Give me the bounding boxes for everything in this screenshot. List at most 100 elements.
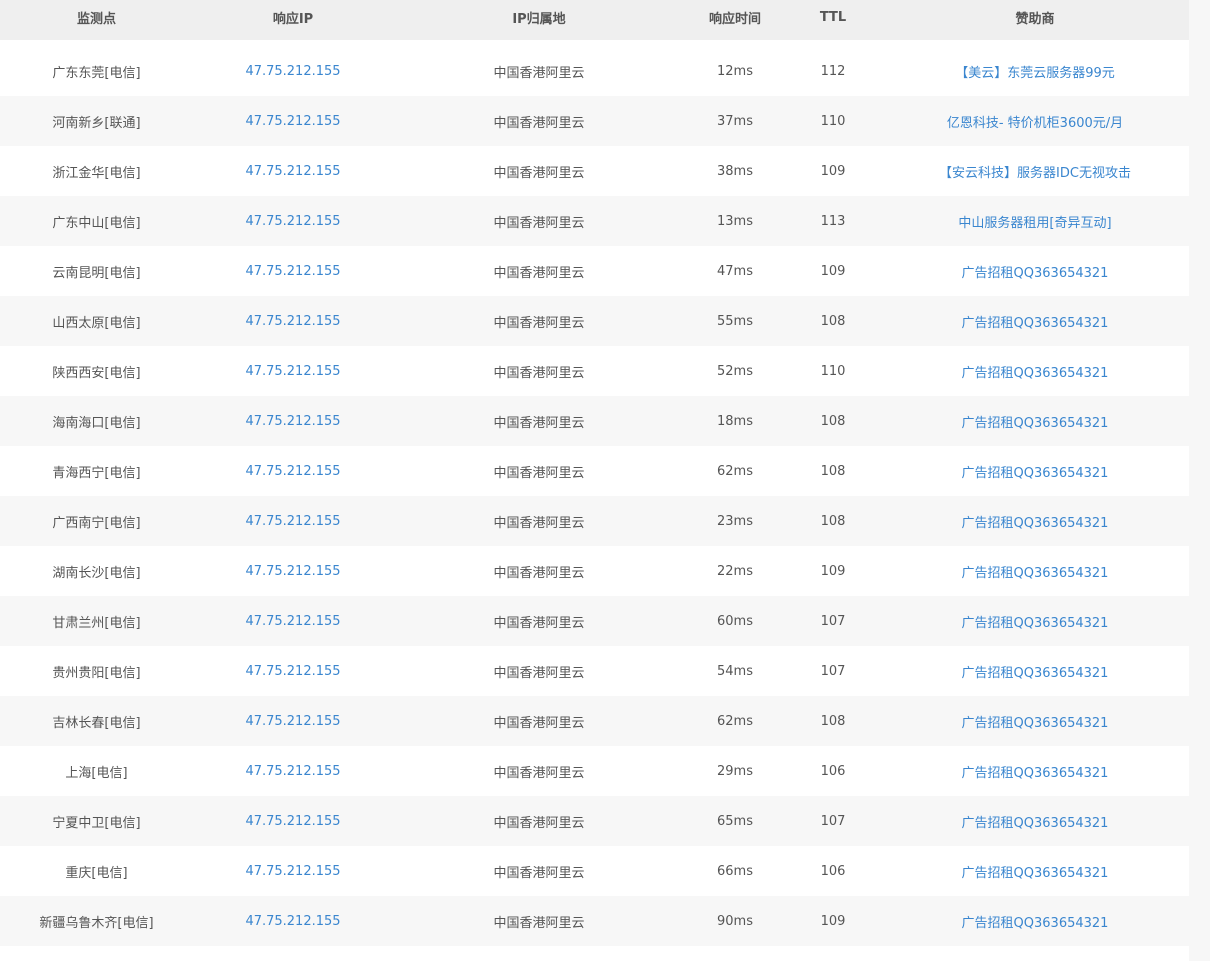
cell-response-ip-link[interactable]: 47.75.212.155 [245, 514, 340, 529]
table-row: 广西南宁[电信] 47.75.212.155 中国香港阿里云 23ms 108 广告招租Q… [0, 496, 1189, 546]
table-row: 浙江金华[电信] 47.75.212.155 中国香港阿里云 38ms 109 【安云科技… [0, 146, 1189, 196]
header-ttl: TTL [819, 9, 847, 25]
cell-sponsor-link[interactable]: 广告招租QQ363654321 [962, 916, 1109, 931]
cell-response-ip-link[interactable]: 47.75.212.155 [245, 764, 340, 779]
cell-response-time: 18ms [717, 413, 753, 429]
header-response-ip: 响应IP [272, 11, 314, 27]
cell-sponsor-link[interactable]: 亿恩科技- 特价机柜3600元/月 [947, 116, 1123, 131]
cell-sponsor: 广告招租QQ363654321 [881, 246, 1189, 296]
cell-ip-location: 中国香港阿里云 [493, 665, 585, 681]
cell-response-ip-link[interactable]: 47.75.212.155 [245, 464, 340, 479]
cell-response-ip: 47.75.212.155 [193, 396, 393, 446]
cell-sponsor-link[interactable]: 广告招租QQ363654321 [962, 816, 1109, 831]
table-row: 上海[电信] 47.75.212.155 中国香港阿里云 29ms 106 广告招租QQ3… [0, 746, 1189, 796]
cell-ip-location: 中国香港阿里云 [493, 115, 585, 131]
cell-ip-location: 中国香港阿里云 [493, 65, 585, 81]
table-header-row: 监测点 响应IP IP归属地 响应时间 TTL 赞助商 [0, 0, 1189, 46]
cell-response-ip-link[interactable]: 47.75.212.155 [245, 864, 340, 879]
cell-sponsor-link[interactable]: 广告招租QQ363654321 [962, 766, 1109, 781]
table-row: 云南昆明[电信] 47.75.212.155 中国香港阿里云 47ms 109 广告招租Q… [0, 246, 1189, 296]
header-response-time: 响应时间 [708, 11, 761, 27]
cell-sponsor-link[interactable]: 广告招租QQ363654321 [962, 466, 1109, 481]
header-ip-location: IP归属地 [512, 11, 566, 27]
header-sponsor: 赞助商 [1015, 11, 1055, 27]
cell-sponsor: 广告招租QQ363654321 [881, 596, 1189, 646]
cell-ttl: 110 [820, 363, 846, 379]
cell-response-ip: 47.75.212.155 [193, 296, 393, 346]
cell-sponsor-link[interactable]: 广告招租QQ363654321 [962, 866, 1109, 881]
cell-ip-location: 中国香港阿里云 [493, 915, 585, 931]
cell-ttl: 113 [820, 213, 846, 229]
table-row: 广东东莞[电信] 47.75.212.155 中国香港阿里云 12ms 112 【美云】东… [0, 46, 1189, 96]
cell-response-ip-link[interactable]: 47.75.212.155 [245, 64, 340, 79]
ping-results-page: 监测点 响应IP IP归属地 响应时间 TTL 赞助商 广东东莞[电信] 47.7… [0, 0, 1210, 961]
cell-ip-location: 中国香港阿里云 [493, 415, 585, 431]
cell-response-ip-link[interactable]: 47.75.212.155 [245, 664, 340, 679]
cell-ip-location: 中国香港阿里云 [493, 515, 585, 531]
cell-monitor-node: 青海西宁[电信] [52, 465, 141, 481]
cell-response-time: 47ms [717, 263, 753, 279]
cell-ttl: 107 [820, 813, 846, 829]
cell-monitor-node: 甘肃兰州[电信] [52, 615, 141, 631]
cell-monitor-node: 重庆[电信] [65, 865, 128, 881]
cell-sponsor-link[interactable]: 广告招租QQ363654321 [962, 666, 1109, 681]
cell-sponsor-link[interactable]: 广告招租QQ363654321 [962, 716, 1109, 731]
cell-ip-location: 中国香港阿里云 [493, 265, 585, 281]
cell-response-ip: 47.75.212.155 [193, 96, 393, 146]
cell-sponsor-link[interactable]: 【美云】东莞云服务器99元 [955, 66, 1115, 81]
cell-response-ip-link[interactable]: 47.75.212.155 [245, 164, 340, 179]
cell-response-ip-link[interactable]: 47.75.212.155 [245, 314, 340, 329]
cell-response-ip-link[interactable]: 47.75.212.155 [245, 264, 340, 279]
cell-response-ip-link[interactable]: 47.75.212.155 [245, 114, 340, 129]
cell-sponsor-link[interactable]: 【安云科技】服务器IDC无视攻击 [939, 166, 1131, 181]
cell-ttl: 107 [820, 613, 846, 629]
cell-response-ip-link[interactable]: 47.75.212.155 [245, 714, 340, 729]
cell-monitor-node: 海南海口[电信] [52, 415, 141, 431]
cell-ttl: 109 [820, 913, 846, 929]
cell-ttl: 109 [820, 263, 846, 279]
cell-monitor-node: 陕西西安[电信] [52, 365, 141, 381]
table-row: 重庆[电信] 47.75.212.155 中国香港阿里云 66ms 106 广告招租QQ3… [0, 846, 1189, 896]
cell-sponsor-link[interactable]: 广告招租QQ363654321 [962, 416, 1109, 431]
cell-sponsor-link[interactable]: 广告招租QQ363654321 [962, 566, 1109, 581]
cell-response-ip-link[interactable]: 47.75.212.155 [245, 814, 340, 829]
cell-sponsor: 广告招租QQ363654321 [881, 646, 1189, 696]
cell-response-ip: 47.75.212.155 [193, 196, 393, 246]
cell-sponsor: 广告招租QQ363654321 [881, 546, 1189, 596]
cell-ttl: 108 [820, 513, 846, 529]
cell-response-ip-link[interactable]: 47.75.212.155 [245, 364, 340, 379]
cell-ip-location: 中国香港阿里云 [493, 565, 585, 581]
table-row: 湖南长沙[电信] 47.75.212.155 中国香港阿里云 22ms 109 广告招租Q… [0, 546, 1189, 596]
cell-ip-location: 中国香港阿里云 [493, 165, 585, 181]
table-row: 海南海口[电信] 47.75.212.155 中国香港阿里云 18ms 108 广告招租Q… [0, 396, 1189, 446]
cell-sponsor-link[interactable]: 广告招租QQ363654321 [962, 316, 1109, 331]
cell-response-ip-link[interactable]: 47.75.212.155 [245, 214, 340, 229]
cell-ttl: 108 [820, 713, 846, 729]
cell-ttl: 108 [820, 413, 846, 429]
page-right-gutter [1189, 0, 1210, 961]
cell-response-ip-link[interactable]: 47.75.212.155 [245, 914, 340, 929]
cell-response-ip-link[interactable]: 47.75.212.155 [245, 414, 340, 429]
cell-response-ip: 47.75.212.155 [193, 646, 393, 696]
cell-sponsor: 【安云科技】服务器IDC无视攻击 [881, 146, 1189, 196]
table-row: 甘肃兰州[电信] 47.75.212.155 中国香港阿里云 60ms 107 广告招租Q… [0, 596, 1189, 646]
cell-sponsor-link[interactable]: 广告招租QQ363654321 [962, 516, 1109, 531]
cell-response-ip: 47.75.212.155 [193, 596, 393, 646]
cell-ip-location: 中国香港阿里云 [493, 715, 585, 731]
table-body: 广东东莞[电信] 47.75.212.155 中国香港阿里云 12ms 112 【美云】东… [0, 46, 1189, 946]
cell-sponsor-link[interactable]: 广告招租QQ363654321 [962, 266, 1109, 281]
cell-monitor-node: 云南昆明[电信] [52, 265, 141, 281]
cell-monitor-node: 河南新乡[联通] [52, 115, 141, 131]
cell-response-ip-link[interactable]: 47.75.212.155 [245, 564, 340, 579]
cell-response-time: 22ms [717, 563, 753, 579]
cell-sponsor-link[interactable]: 广告招租QQ363654321 [962, 616, 1109, 631]
table-row: 吉林长春[电信] 47.75.212.155 中国香港阿里云 62ms 108 广告招租Q… [0, 696, 1189, 746]
cell-response-ip: 47.75.212.155 [193, 896, 393, 946]
table-row: 贵州贵阳[电信] 47.75.212.155 中国香港阿里云 54ms 107 广告招租Q… [0, 646, 1189, 696]
cell-response-time: 38ms [717, 163, 753, 179]
cell-sponsor-link[interactable]: 广告招租QQ363654321 [962, 366, 1109, 381]
cell-response-ip-link[interactable]: 47.75.212.155 [245, 614, 340, 629]
cell-ttl: 106 [820, 863, 846, 879]
cell-sponsor-link[interactable]: 中山服务器租用[奇异互动] [958, 216, 1111, 231]
cell-ttl: 106 [820, 763, 846, 779]
